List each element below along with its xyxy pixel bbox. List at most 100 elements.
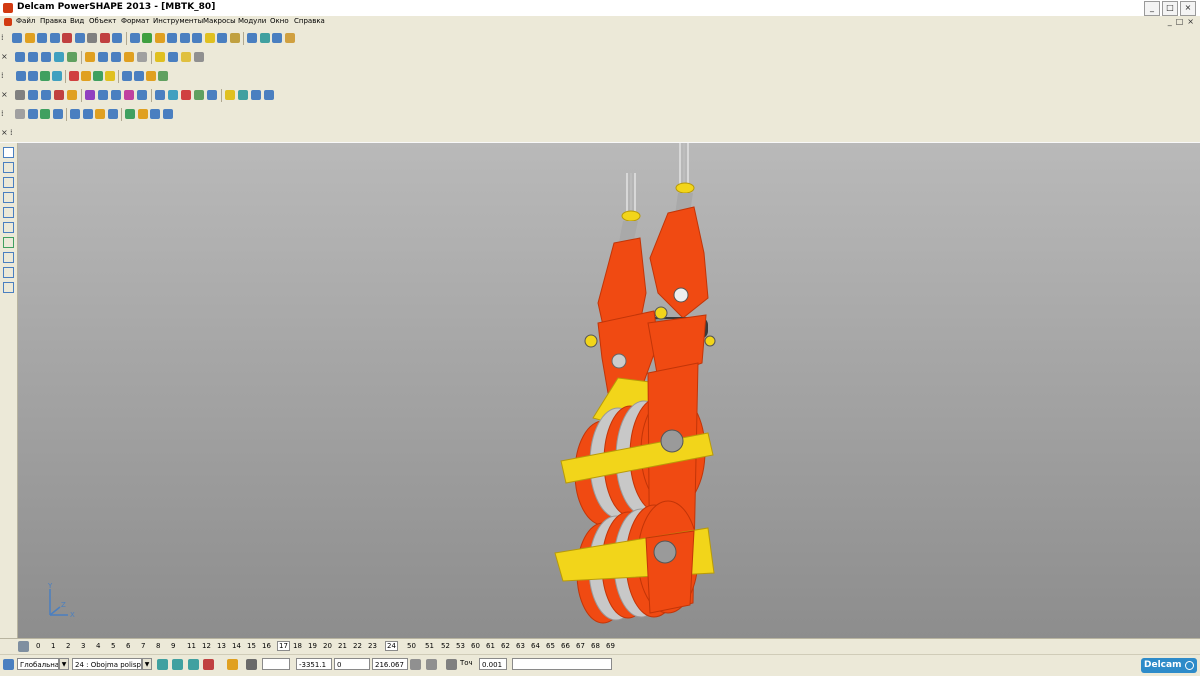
level-22[interactable]: 22 bbox=[353, 642, 362, 650]
main-tool-icon[interactable] bbox=[12, 33, 22, 43]
view-tool-icon[interactable] bbox=[54, 52, 64, 62]
main-tool-icon[interactable] bbox=[99, 33, 110, 43]
main-tool-icon[interactable] bbox=[204, 33, 215, 43]
level-51[interactable]: 51 bbox=[425, 642, 434, 650]
solid-tool-icon[interactable] bbox=[28, 71, 38, 81]
level-63[interactable]: 63 bbox=[516, 642, 525, 650]
menu-tools[interactable]: Инструменты bbox=[153, 17, 203, 25]
feature-tool-icon[interactable] bbox=[85, 90, 95, 100]
level-52[interactable]: 52 bbox=[441, 642, 450, 650]
maximize-button[interactable]: □ bbox=[1162, 1, 1178, 16]
surface-tool-icon[interactable] bbox=[40, 109, 50, 119]
level-2[interactable]: 2 bbox=[66, 642, 70, 650]
level-66[interactable]: 66 bbox=[561, 642, 570, 650]
feature-tool-icon[interactable] bbox=[155, 90, 165, 100]
view-tool-icon[interactable] bbox=[155, 52, 165, 62]
level-67[interactable]: 67 bbox=[576, 642, 585, 650]
view-tool-icon[interactable] bbox=[41, 52, 51, 62]
menu-edit[interactable]: Правка bbox=[40, 17, 67, 25]
main-tool-icon[interactable] bbox=[247, 33, 257, 43]
view-tool-icon[interactable] bbox=[98, 52, 108, 62]
main-tool-icon[interactable] bbox=[112, 33, 122, 43]
toolbar-grip[interactable]: ⁞ bbox=[1, 108, 7, 120]
main-tool-icon[interactable] bbox=[229, 33, 240, 43]
line-icon[interactable] bbox=[3, 177, 14, 188]
tolerance-field[interactable]: 0.001 bbox=[479, 658, 507, 670]
level-16[interactable]: 16 bbox=[262, 642, 271, 650]
level-3[interactable]: 3 bbox=[81, 642, 85, 650]
menu-file[interactable]: Файл bbox=[16, 17, 35, 25]
feature-tool-icon[interactable] bbox=[194, 90, 204, 100]
model-view[interactable] bbox=[18, 143, 1200, 638]
level-23[interactable]: 23 bbox=[368, 642, 377, 650]
level-19[interactable]: 19 bbox=[308, 642, 317, 650]
workplane-dropdown[interactable]: ▼ bbox=[59, 658, 69, 670]
main-tool-icon[interactable] bbox=[74, 33, 85, 43]
arc-icon[interactable] bbox=[3, 267, 14, 278]
surface-tool-icon[interactable] bbox=[70, 109, 80, 119]
menu-format[interactable]: Формат bbox=[121, 17, 149, 25]
feature-tool-icon[interactable] bbox=[41, 90, 51, 100]
toolbar-grip[interactable]: ⁞ bbox=[1, 70, 7, 82]
menu-macros[interactable]: Макросы bbox=[203, 17, 236, 25]
view-tool-icon[interactable] bbox=[137, 52, 147, 62]
toolbar-grip[interactable]: ⁞ bbox=[10, 127, 16, 139]
level-dropdown[interactable]: ▼ bbox=[142, 658, 152, 670]
menu-help[interactable]: Справка bbox=[294, 17, 325, 25]
view-tool-icon[interactable] bbox=[111, 52, 121, 62]
toolbar-close[interactable]: × bbox=[1, 127, 8, 139]
view-tool-icon[interactable] bbox=[181, 52, 191, 62]
level-13[interactable]: 13 bbox=[217, 642, 226, 650]
level-4[interactable]: 4 bbox=[96, 642, 100, 650]
level-1[interactable]: 1 bbox=[51, 642, 55, 650]
surface-tool-icon[interactable] bbox=[52, 109, 63, 119]
x-coordinate[interactable]: -3351.1 bbox=[296, 658, 332, 670]
view-tool-icon[interactable] bbox=[15, 52, 25, 62]
feature-tool-icon[interactable] bbox=[124, 90, 134, 100]
level-12[interactable]: 12 bbox=[202, 642, 211, 650]
solid-tool-icon[interactable] bbox=[40, 71, 50, 81]
level-21[interactable]: 21 bbox=[338, 642, 347, 650]
view-tool-icon[interactable] bbox=[168, 52, 178, 62]
level-select[interactable]: 24 : Obojma polispas bbox=[72, 658, 142, 670]
main-tool-icon[interactable] bbox=[167, 33, 177, 43]
level-53[interactable]: 53 bbox=[456, 642, 465, 650]
y-coordinate[interactable]: 0 bbox=[334, 658, 370, 670]
menu-modules[interactable]: Модули bbox=[238, 17, 266, 25]
feature-tool-icon[interactable] bbox=[137, 90, 147, 100]
main-tool-icon[interactable] bbox=[272, 33, 282, 43]
app-icon[interactable] bbox=[3, 3, 13, 13]
level-68[interactable]: 68 bbox=[591, 642, 600, 650]
surface-tool-icon[interactable] bbox=[82, 109, 93, 119]
solid-icon[interactable] bbox=[3, 237, 14, 248]
view-tool-icon[interactable] bbox=[28, 52, 38, 62]
select-icon[interactable] bbox=[3, 147, 14, 158]
level-62[interactable]: 62 bbox=[501, 642, 510, 650]
menu-object[interactable]: Объект bbox=[89, 17, 116, 25]
feature-tool-icon[interactable] bbox=[15, 90, 25, 100]
level-8[interactable]: 8 bbox=[156, 642, 160, 650]
main-tool-icon[interactable] bbox=[192, 33, 202, 43]
table-icon[interactable] bbox=[410, 659, 421, 670]
levels-icon[interactable] bbox=[18, 641, 29, 652]
menu-view[interactable]: Вид bbox=[70, 17, 84, 25]
solid-tool-icon[interactable] bbox=[16, 71, 26, 81]
close-button[interactable]: × bbox=[1180, 1, 1196, 16]
solid-tool-icon[interactable] bbox=[158, 71, 168, 81]
feature-tool-icon[interactable] bbox=[181, 90, 191, 100]
level-50[interactable]: 50 bbox=[407, 642, 416, 650]
document-icon[interactable] bbox=[4, 18, 12, 26]
feature-tool-icon[interactable] bbox=[251, 90, 261, 100]
feature-tool-icon[interactable] bbox=[67, 90, 77, 100]
quick-select-icon[interactable] bbox=[3, 162, 14, 173]
rectangle-icon[interactable] bbox=[3, 207, 14, 218]
level-61[interactable]: 61 bbox=[486, 642, 495, 650]
solid-tool-icon[interactable] bbox=[122, 71, 132, 81]
main-tool-icon[interactable] bbox=[154, 33, 165, 43]
surface-tool-icon[interactable] bbox=[162, 109, 173, 119]
feature-tool-icon[interactable] bbox=[264, 90, 274, 100]
cube-icon[interactable] bbox=[157, 659, 168, 670]
main-tool-icon[interactable] bbox=[87, 33, 97, 43]
level-11[interactable]: 11 bbox=[187, 642, 196, 650]
solid-tool-icon[interactable] bbox=[105, 71, 115, 81]
